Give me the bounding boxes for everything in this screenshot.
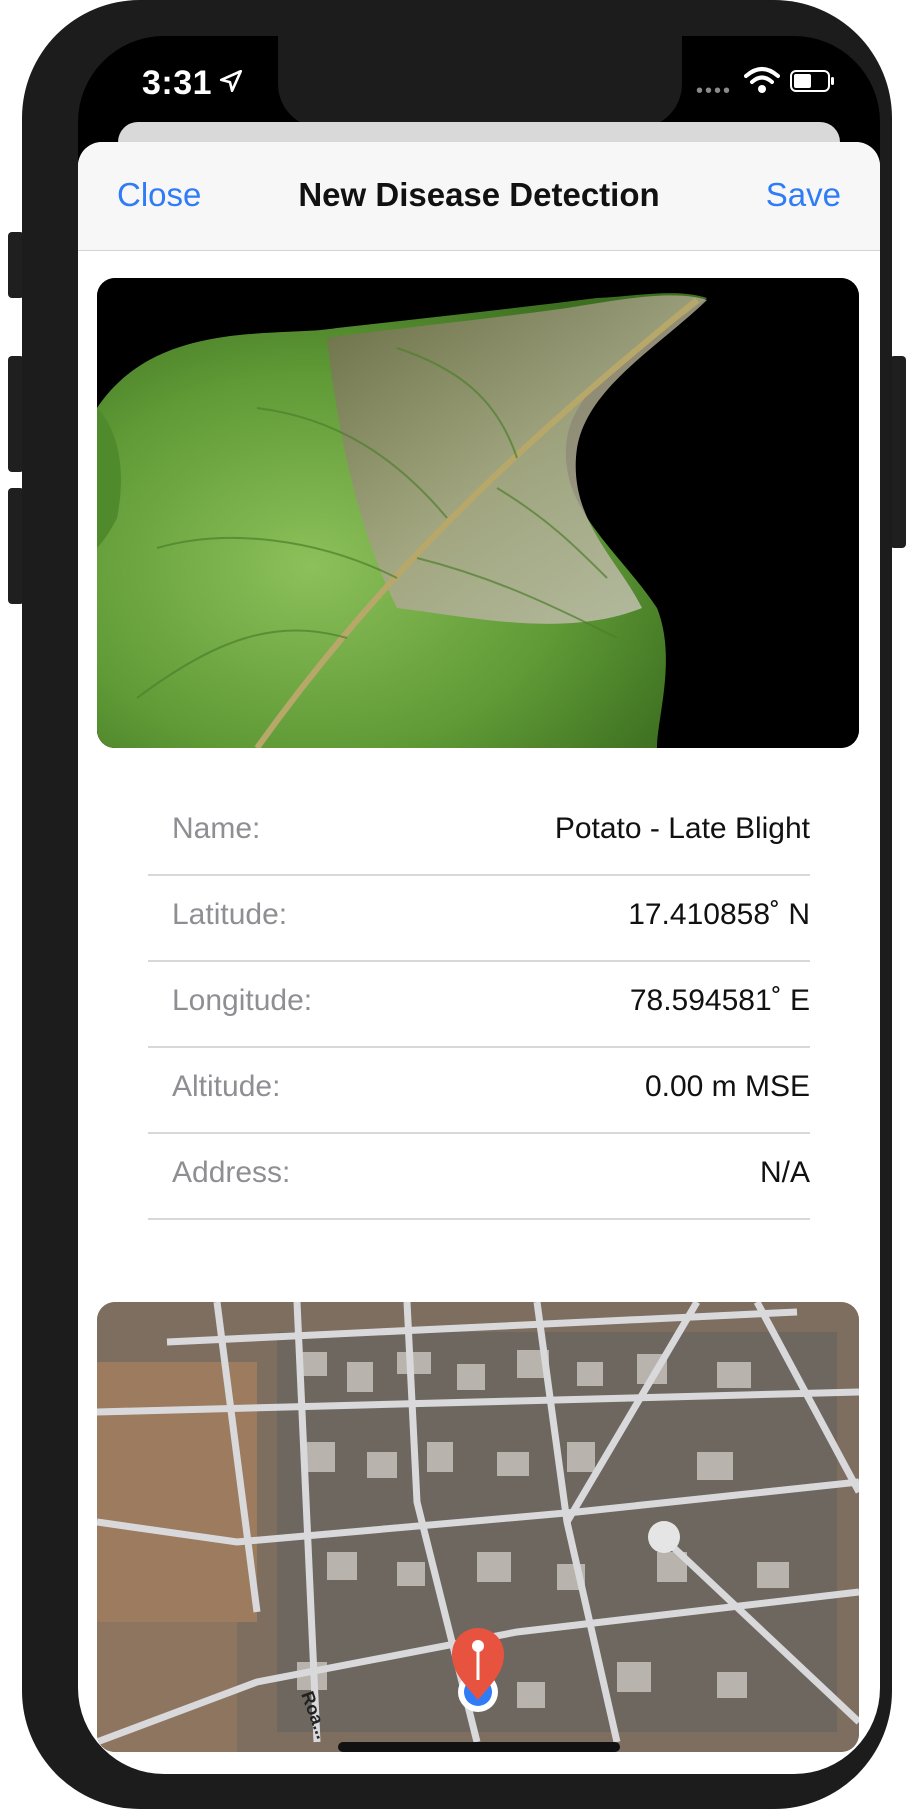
longitude-row: Longitude: 78.594581˚ E <box>148 962 810 1048</box>
latitude-value: 17.410858˚ N <box>628 898 810 931</box>
name-value: Potato - Late Blight <box>554 812 810 845</box>
altitude-value: 0.00 m MSE <box>644 1070 810 1103</box>
latitude-label: Latitude: <box>172 898 288 931</box>
address-value: N/A <box>759 1156 810 1189</box>
cellular-dots-icon: •••• <box>696 80 733 102</box>
satellite-map[interactable]: Roa... <box>97 1302 859 1752</box>
power-button <box>890 356 906 548</box>
altitude-label: Altitude: <box>172 1070 281 1103</box>
altitude-row: Altitude: 0.00 m MSE <box>148 1048 810 1134</box>
detection-sheet: Close New Disease Detection Save Name: P… <box>78 142 880 1774</box>
phone-screen: 3:31 •••• Close New Disease Detection Sa… <box>78 36 880 1774</box>
home-indicator[interactable] <box>338 1742 620 1752</box>
address-row: Address: N/A <box>148 1134 810 1220</box>
notch <box>278 36 682 128</box>
wifi-icon <box>744 67 780 93</box>
navigation-bar: Close New Disease Detection Save <box>78 142 880 251</box>
latitude-row: Latitude: 17.410858˚ N <box>148 876 810 962</box>
location-arrow-icon <box>219 69 243 93</box>
phone-frame: 3:31 •••• Close New Disease Detection Sa… <box>22 0 892 1809</box>
status-time: 3:31 <box>142 64 213 102</box>
leaf-photo <box>97 278 859 748</box>
address-label: Address: <box>172 1156 291 1189</box>
longitude-label: Longitude: <box>172 984 313 1017</box>
name-row: Name: Potato - Late Blight <box>148 790 810 876</box>
save-button[interactable]: Save <box>766 176 841 214</box>
page-title: New Disease Detection <box>298 176 660 213</box>
battery-icon <box>790 70 834 92</box>
details-list: Name: Potato - Late Blight Latitude: 17.… <box>148 790 810 1220</box>
name-label: Name: <box>172 812 261 845</box>
longitude-value: 78.594581˚ E <box>629 984 810 1017</box>
